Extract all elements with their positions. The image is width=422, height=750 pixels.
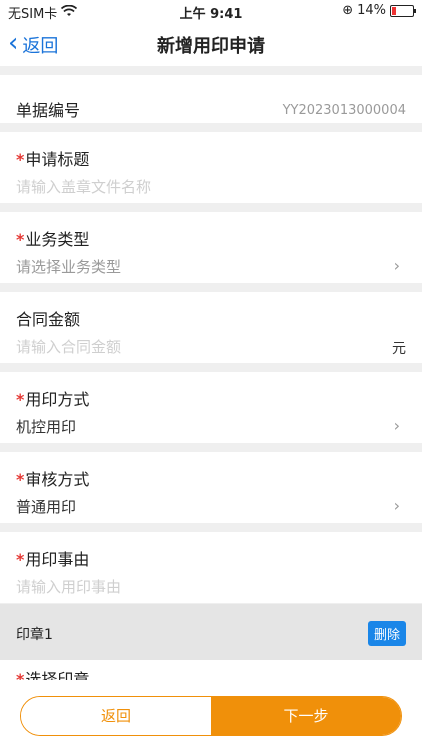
contract-amount-label: 合同金额 [16, 310, 81, 329]
review-method-select[interactable]: 普通用印 [0, 496, 76, 517]
battery-icon [390, 4, 416, 17]
seal-section-header: 印章1 删除 [0, 604, 422, 660]
business-type-label: 业务类型 [25, 230, 90, 249]
status-bar: 无SIM卡 上午 9:41 ⊕ 14% [0, 0, 422, 22]
navigation-bar: ‹ 返回 新增用印申请 [0, 22, 422, 66]
required-marker: * [16, 150, 25, 169]
review-method-label-wrap: *审核方式 [0, 466, 89, 490]
select-seal-label: 选择印章 [25, 670, 90, 680]
apply-title-input[interactable]: 请输入盖章文件名称 [0, 176, 151, 197]
select-seal-row[interactable]: *选择印章 [0, 660, 422, 680]
delete-seal-button[interactable]: 删除 [367, 621, 406, 646]
apply-title-label-wrap: *申请标题 [0, 146, 89, 170]
seal-method-row[interactable]: *用印方式 机控用印 › [0, 372, 422, 443]
orientation-lock-icon: ⊕ [342, 3, 354, 18]
apply-title-row: *申请标题 请输入盖章文件名称 [0, 132, 422, 203]
reason-input[interactable]: 请输入用印事由 [0, 576, 121, 597]
chevron-right-icon: › [393, 416, 400, 435]
page-title: 新增用印申请 [157, 36, 265, 57]
reason-label: 用印事由 [25, 550, 90, 569]
action-button-group: 返回 下一步 [20, 696, 402, 736]
seal-method-label: 用印方式 [25, 390, 90, 409]
doc-number-row: 单据编号 YY2023013000004 [0, 75, 422, 123]
apply-title-label: 申请标题 [25, 150, 90, 169]
currency-unit: 元 [392, 341, 406, 357]
review-method-row[interactable]: *审核方式 普通用印 › [0, 452, 422, 523]
required-marker: * [16, 550, 25, 569]
seal-method-select[interactable]: 机控用印 [0, 416, 76, 437]
form-content: 单据编号 YY2023013000004 *申请标题 请输入盖章文件名称 *业务… [0, 66, 422, 603]
seal-section-title: 印章1 [16, 627, 53, 643]
back-button[interactable]: 返回 [21, 697, 211, 735]
required-marker: * [16, 470, 25, 489]
business-type-row[interactable]: *业务类型 请选择业务类型 › [0, 212, 422, 283]
doc-number-label: 单据编号 [16, 101, 81, 120]
reason-row: *用印事由 请输入用印事由 [0, 532, 422, 603]
business-type-label-wrap: *业务类型 [0, 226, 89, 250]
next-step-button[interactable]: 下一步 [211, 697, 401, 735]
doc-number-value: YY2023013000004 [282, 103, 406, 118]
seal-method-label-wrap: *用印方式 [0, 386, 89, 410]
chevron-right-icon: › [393, 256, 400, 275]
required-marker: * [16, 670, 25, 680]
contract-amount-input[interactable]: 请输入合同金额 [0, 336, 121, 357]
business-type-select[interactable]: 请选择业务类型 [0, 256, 121, 277]
required-marker: * [16, 230, 25, 249]
status-right: ⊕ 14% [342, 3, 416, 18]
review-method-label: 审核方式 [25, 470, 90, 489]
contract-amount-row: 合同金额 请输入合同金额 元 [0, 292, 422, 363]
select-seal-label-wrap: *选择印章 [0, 666, 89, 680]
reason-label-wrap: *用印事由 [0, 546, 89, 570]
battery-percent: 14% [357, 3, 386, 18]
bottom-action-bar: 返回 下一步 [0, 680, 422, 750]
chevron-right-icon: › [393, 496, 400, 515]
required-marker: * [16, 390, 25, 409]
